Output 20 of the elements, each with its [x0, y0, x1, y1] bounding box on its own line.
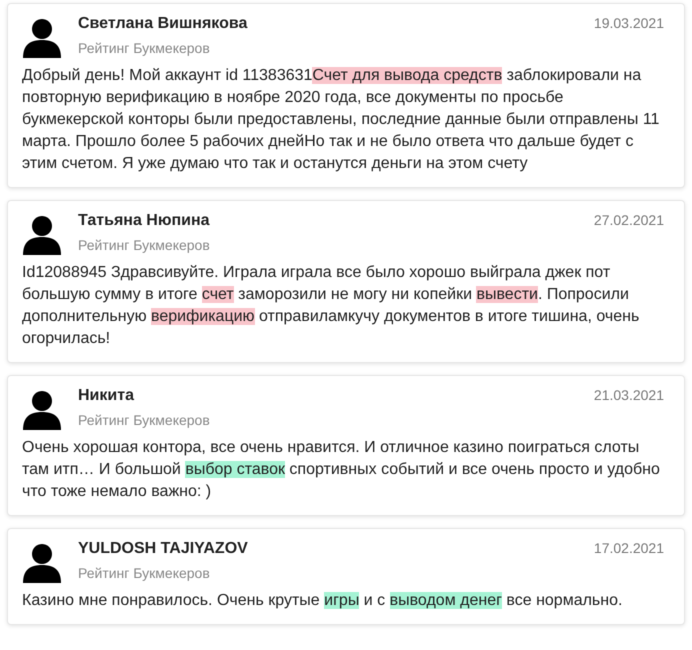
review-text: Добрый день! Мой аккаунт id 11383631Счет для вывода средств заблокировали на повторную верификацию в ноябре 2020 года, все документы по просьбе букмекерской конторы были предоставлены, последние данные были отправлены 11 марта. Прошло более 5 рабочих днейНо так и не было ответа что дальше будет с этим счетом. Я уже думаю что так и останутся деньги на этом счету	[22, 66, 660, 174]
review-date: 19.03.2021	[594, 14, 664, 33]
review-date: 27.02.2021	[594, 211, 664, 230]
review-text: Id12088945 Здравсивуйте. Играла играла все было хорошо выйграла джек пот большую сумму в итоге счет заморозили не могу ни копейки вывести. Попросили дополнительную верификацию отправиламкучу документов в итоге тишина, очень огорчилась!	[22, 263, 640, 349]
author-name: Никита	[78, 386, 134, 406]
avatar-icon	[22, 543, 62, 583]
author-name: Татьяна Нюпина	[78, 211, 210, 231]
review-date: 21.03.2021	[594, 386, 664, 405]
author-name: Светлана Вишнякова	[78, 14, 248, 34]
review-source: Рейтинг Букмекеров	[78, 411, 211, 430]
avatar-icon	[22, 18, 62, 58]
review-text: Очень хорошая контора, все очень нравится. И отличное казино поиграться слоты там итп… И большой выбор ставок спортивных событий и все очень просто и удобно что тоже немало важно: )	[22, 438, 661, 502]
review-source: Рейтинг Букмекеров	[78, 236, 211, 255]
avatar-icon	[22, 390, 62, 430]
review-date: 17.02.2021	[594, 539, 664, 558]
review-source: Рейтинг Букмекеров	[78, 564, 211, 583]
avatar-icon	[22, 215, 62, 255]
review-text: Казино мне понравилось. Очень крутые игры и с выводом денег все нормально.	[22, 591, 624, 611]
review-source: Рейтинг Букмекеров	[78, 39, 211, 58]
author-name: YULDOSH TAJIYAZOV	[78, 539, 248, 559]
